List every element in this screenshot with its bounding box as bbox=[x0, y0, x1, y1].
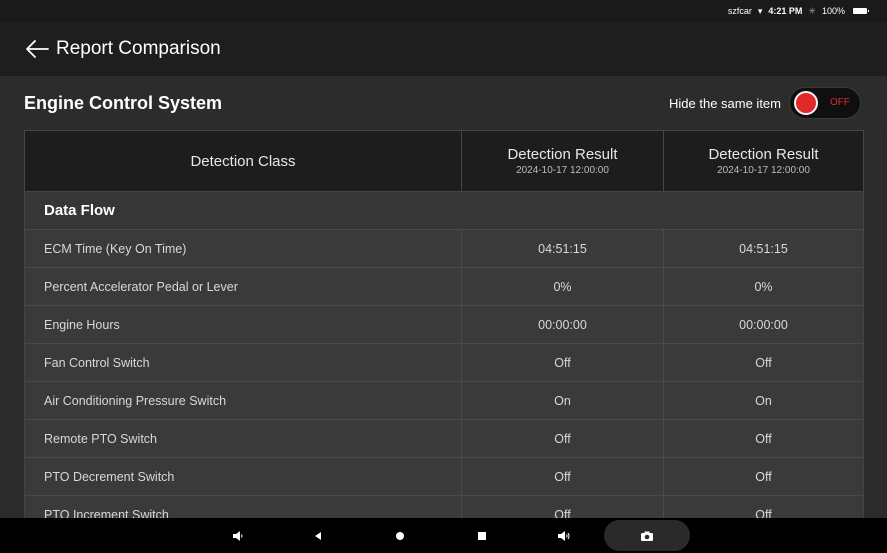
table-row[interactable]: Engine Hours 00:00:00 00:00:00 bbox=[25, 305, 863, 343]
table-row[interactable]: Air Conditioning Pressure Switch On On bbox=[25, 381, 863, 419]
app-bar: Report Comparison bbox=[0, 22, 887, 76]
row-name: Remote PTO Switch bbox=[25, 420, 462, 457]
row-name: ECM Time (Key On Time) bbox=[25, 230, 462, 267]
header-detection-class: Detection Class bbox=[25, 131, 462, 191]
hide-same-toggle[interactable]: OFF bbox=[789, 87, 861, 119]
recents-icon[interactable] bbox=[472, 518, 492, 553]
battery-percent: 100% bbox=[821, 6, 845, 16]
toggle-knob bbox=[794, 91, 818, 115]
row-result-2: On bbox=[755, 393, 772, 408]
row-result-1: Off bbox=[462, 458, 664, 495]
table-row[interactable]: Fan Control Switch Off Off bbox=[25, 343, 863, 381]
group-row-data-flow: Data Flow bbox=[25, 191, 863, 229]
camera-icon bbox=[641, 531, 653, 541]
volume-down-icon[interactable] bbox=[228, 518, 248, 553]
row-name: PTO Decrement Switch bbox=[25, 458, 462, 495]
header-result-1-date: 2024-10-17 12:00:00 bbox=[516, 165, 609, 176]
home-icon[interactable] bbox=[390, 518, 410, 553]
row-result-1: 00:00:00 bbox=[462, 306, 664, 343]
table-row[interactable]: ECM Time (Key On Time) 04:51:15 04:51:15 bbox=[25, 229, 863, 267]
row-result-1: 04:51:15 bbox=[462, 230, 664, 267]
wifi-icon: ▾ bbox=[757, 5, 763, 16]
status-bar: szfcar ▾ 4:21 PM ✳ 100% bbox=[0, 0, 887, 22]
row-result-2: 0% bbox=[754, 279, 773, 294]
row-name: Engine Hours bbox=[25, 306, 462, 343]
page-title: Report Comparison bbox=[56, 38, 221, 59]
row-result-2: 04:51:15 bbox=[739, 241, 788, 256]
row-name: Percent Accelerator Pedal or Lever bbox=[25, 268, 462, 305]
back-arrow-icon[interactable] bbox=[24, 39, 50, 59]
row-result-1: Off bbox=[462, 344, 664, 381]
row-name: Air Conditioning Pressure Switch bbox=[25, 382, 462, 419]
row-result-2: 00:00:00 bbox=[739, 317, 788, 332]
section-title: Engine Control System bbox=[24, 92, 223, 113]
battery-icon bbox=[853, 8, 869, 14]
row-result-2: Off bbox=[755, 469, 772, 484]
section-header: Engine Control System Hide the same item… bbox=[0, 76, 887, 130]
screenshot-button[interactable] bbox=[604, 520, 690, 551]
header-result-2-date: 2024-10-17 12:00:00 bbox=[717, 165, 810, 176]
bluetooth-icon: ✳ bbox=[808, 5, 816, 16]
volume-up-icon[interactable] bbox=[554, 518, 574, 553]
row-result-1: Off bbox=[462, 420, 664, 457]
hide-same-control: Hide the same item OFF bbox=[669, 87, 861, 119]
table-header: Detection Class Detection Result 2024-10… bbox=[25, 130, 863, 191]
row-name: Fan Control Switch bbox=[25, 344, 462, 381]
row-result-2: Off bbox=[755, 431, 772, 446]
row-result-2: Off bbox=[755, 355, 772, 370]
navigation-bar bbox=[0, 518, 887, 553]
hide-same-label: Hide the same item bbox=[669, 95, 781, 111]
header-result-1: Detection Result 2024-10-17 12:00:00 bbox=[462, 131, 664, 191]
comparison-table: Detection Class Detection Result 2024-10… bbox=[24, 130, 864, 533]
table-row[interactable]: Remote PTO Switch Off Off bbox=[25, 419, 863, 457]
header-result-1-title: Detection Result bbox=[507, 146, 618, 163]
header-result-2: Detection Result 2024-10-17 12:00:00 bbox=[664, 131, 863, 191]
table-row[interactable]: Percent Accelerator Pedal or Lever 0% 0% bbox=[25, 267, 863, 305]
table-row[interactable]: PTO Decrement Switch Off Off bbox=[25, 457, 863, 495]
header-result-2-title: Detection Result bbox=[708, 146, 819, 163]
row-result-1: On bbox=[462, 382, 664, 419]
back-icon[interactable] bbox=[308, 518, 328, 553]
row-result-1: 0% bbox=[462, 268, 664, 305]
toggle-state-label: OFF bbox=[830, 97, 850, 108]
carrier-label: szfcar bbox=[727, 6, 752, 16]
status-time: 4:21 PM bbox=[768, 6, 803, 16]
